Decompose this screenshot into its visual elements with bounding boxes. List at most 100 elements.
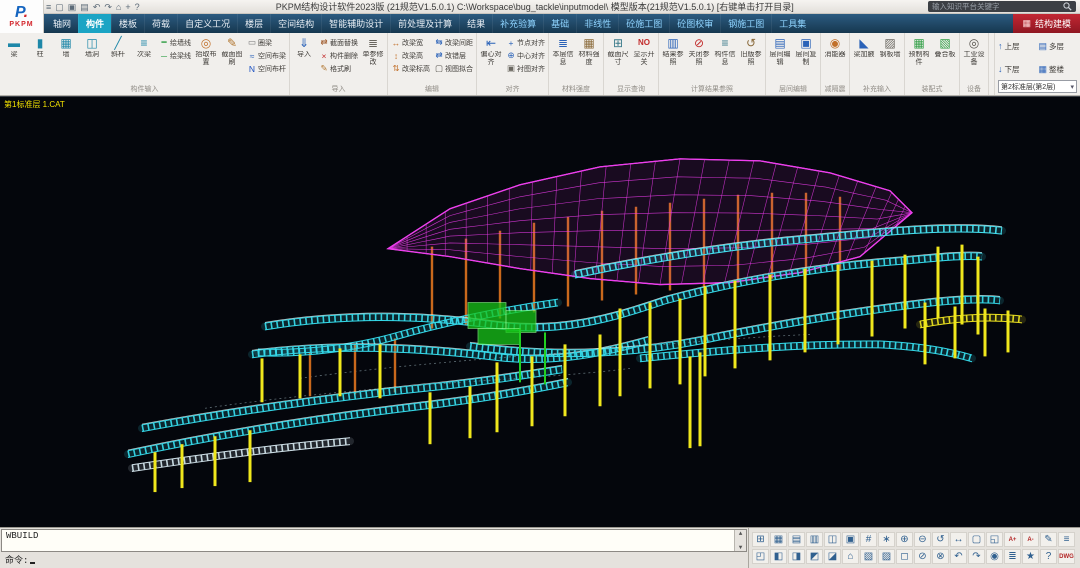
result-reference-button[interactable]: ▥结果参照 [660,33,686,84]
command-history[interactable]: WBUILD ▲ ▼ [1,529,747,552]
scroll-up-icon[interactable]: ▲ [739,530,743,537]
front-view-icon[interactable]: ◧ [770,549,787,564]
space-beam-button[interactable]: ≈空间布梁 [245,49,288,62]
tab-slab[interactable]: 楼板 [111,14,144,33]
home-icon[interactable]: ⌂ [116,1,121,13]
import-button[interactable]: ⇓导入 [291,33,317,84]
secondary-beam-button[interactable]: ≡次梁 [131,33,157,84]
brace-button[interactable]: ╱斜杆 [105,33,131,84]
material-strength-button[interactable]: ▦材料强度 [576,33,602,84]
zoom-window-icon[interactable]: ▢ [968,532,985,547]
home-view-icon[interactable]: ⌂ [842,549,859,564]
perspective-view-icon[interactable]: ◪ [824,549,841,564]
tab-smart-assist[interactable]: 智能辅助设计 [321,14,390,33]
tab-preprocess-calc[interactable]: 前处理及计算 [390,14,459,33]
center-align-button[interactable]: ⊕中心对齐 [504,49,547,62]
whole-model-button[interactable]: ▦ 整楼 [1039,59,1078,80]
pick-place-button[interactable]: ◎抬取布置 [193,33,219,84]
new-file-icon[interactable]: ▢ [55,1,64,13]
edit-split-level-button[interactable]: ⇄改错层 [432,49,475,62]
beam-button[interactable]: ▬梁 [1,33,27,84]
node-display-icon[interactable]: ∗ [878,532,895,547]
isolate-element-icon[interactable]: ⊗ [932,549,949,564]
tab-nonlinear[interactable]: 非线性 [576,14,618,33]
tab-space-structure[interactable]: 空间结构 [270,14,321,33]
dwg-export-icon[interactable]: DWG [1058,549,1075,564]
iso-view-icon[interactable]: ◩ [806,549,823,564]
tab-supplementary-check[interactable]: 补充验算 [492,14,543,33]
element-list-icon[interactable]: ≣ [1004,549,1021,564]
offset-align-button[interactable]: ⇤偏心对齐 [478,33,504,84]
locate-icon[interactable]: ◉ [986,549,1003,564]
edit-beam-width-button[interactable]: ↔改梁宽 [389,36,432,49]
top-view-icon[interactable]: ◰ [752,549,769,564]
zoom-in-icon[interactable]: ⊕ [896,532,913,547]
steel-plate-wall-button[interactable]: ▨钢板墙 [877,33,903,84]
side-view-icon[interactable]: ◨ [788,549,805,564]
grid-toggle-icon[interactable]: ⊞ [752,532,769,547]
interstory-copy-button[interactable]: ▣层间复制 [793,33,819,84]
upper-story-button[interactable]: ↑ 上层 [998,36,1037,57]
column-button[interactable]: ▮柱 [27,33,53,84]
legacy-reference-button[interactable]: ↺旧版参照 [738,33,764,84]
next-view-icon[interactable]: ↷ [968,549,985,564]
composite-slab-button[interactable]: ▧叠合板 [932,33,958,84]
param-edit-button[interactable]: ≣单参修改 [360,33,386,84]
pkpm-logo[interactable]: P. PKPM [0,0,44,33]
node-align-button[interactable]: +节点对齐 [504,36,547,49]
annotate-icon[interactable]: ✎ [1040,532,1057,547]
axis-display-icon[interactable]: # [860,532,877,547]
model-viewport[interactable]: 第1标准层 1.CAT [0,96,1080,527]
favorites-icon[interactable]: ★ [1022,549,1039,564]
redo-icon[interactable]: ↷ [104,1,112,13]
tab-steel-drawings[interactable]: 钢施工图 [720,14,771,33]
search-input[interactable] [932,2,1060,11]
precast-member-button[interactable]: ▦预制构件 [906,33,932,84]
draw-wall-line-button[interactable]: ━绘墙线 [157,36,193,49]
damper-button[interactable]: ◉消能器 [822,33,848,84]
shade-mode-icon[interactable]: ▧ [860,549,877,564]
column-display-icon[interactable]: ▥ [806,532,823,547]
display-toggle-button[interactable]: NO显示开关 [631,33,657,84]
beam-display-icon[interactable]: ▤ [788,532,805,547]
command-line[interactable]: 命令: [1,552,747,567]
tab-axis-grid[interactable]: 轴网 [46,14,78,33]
print-icon[interactable]: ▤ [80,1,89,13]
view-fit-button[interactable]: ▢视图拟合 [432,62,475,75]
wall-button[interactable]: ▦墙 [53,33,79,84]
hide-element-icon[interactable]: ⊘ [914,549,931,564]
space-bar-button[interactable]: N空间布杆 [245,62,288,75]
display-menu-icon[interactable]: ≡ [1058,532,1075,547]
floor-info-button[interactable]: ≣本层信息 [550,33,576,84]
edit-beam-elevation-button[interactable]: ⇅改梁标高 [389,62,432,75]
tab-members[interactable]: 构件 [78,14,111,33]
font-increase-icon[interactable]: A+ [1004,532,1021,547]
slab-display-icon[interactable]: ▣ [842,532,859,547]
underlay-align-button[interactable]: ▣衬图对齐 [504,62,547,75]
save-icon[interactable]: ▣ [68,1,77,13]
section-brush-button[interactable]: ✎截面图刷 [219,33,245,84]
member-info-button[interactable]: ≡构件信息 [712,33,738,84]
tab-foundation[interactable]: 基础 [543,14,576,33]
search-box[interactable] [928,1,1076,12]
font-decrease-icon[interactable]: A- [1022,532,1039,547]
beam-haunch-button[interactable]: ◣梁加腋 [851,33,877,84]
rotate-view-icon[interactable]: ↺ [932,532,949,547]
structure-modeling-button[interactable]: ▦ 结构建模 [1013,14,1080,33]
zoom-out-icon[interactable]: ⊖ [914,532,931,547]
wireframe-icon[interactable]: ◻ [896,549,913,564]
tab-results[interactable]: 结果 [459,14,492,33]
help-icon[interactable]: ? [135,1,140,13]
format-brush-button[interactable]: ✎格式刷 [317,62,360,75]
scroll-down-icon[interactable]: ▼ [739,544,743,551]
draw-beam-line-button[interactable]: ─绘梁线 [157,49,193,62]
tab-loads[interactable]: 荷载 [144,14,177,33]
fill-toggle-icon[interactable]: ▦ [770,532,787,547]
app-menu-icon[interactable]: ≡ [46,1,51,13]
tab-concrete-review[interactable]: 砼图校审 [669,14,720,33]
tab-stories[interactable]: 楼层 [237,14,270,33]
close-reference-button[interactable]: ⊘关闭参照 [686,33,712,84]
industrial-equipment-button[interactable]: ◎工业设备 [961,33,987,84]
tab-concrete-drawings[interactable]: 砼施工图 [618,14,669,33]
edit-beam-spacing-button[interactable]: ⇆改梁间距 [432,36,475,49]
